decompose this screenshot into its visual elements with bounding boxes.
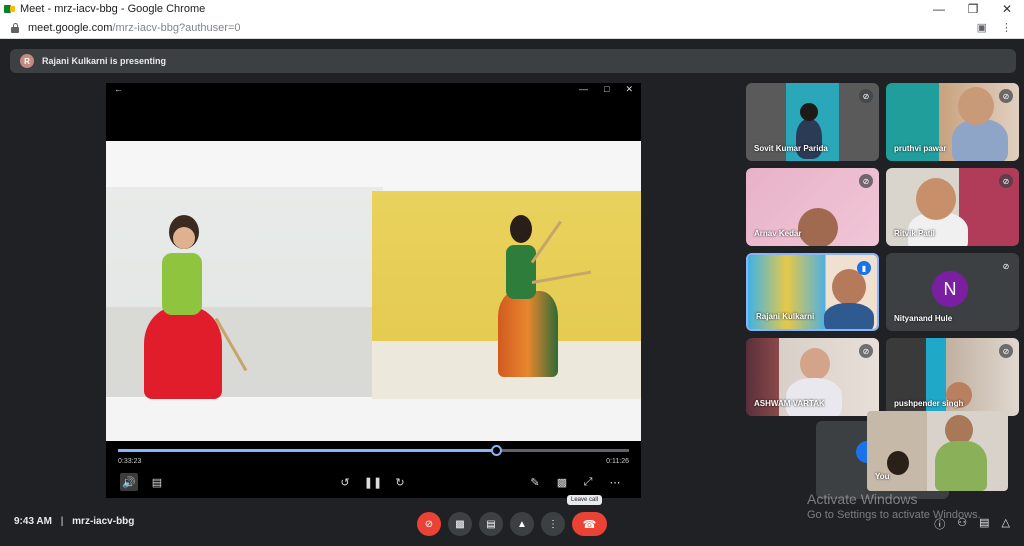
self-view-label: You bbox=[875, 472, 890, 481]
leave-call-tooltip: Leave call bbox=[567, 495, 603, 505]
presenter-avatar: R bbox=[20, 54, 34, 68]
leave-call-button[interactable]: ☎ bbox=[572, 512, 607, 536]
meeting-code[interactable]: mrz-iacv-bbg bbox=[72, 516, 134, 527]
participant-tile[interactable]: ⊘ Arnav Kedar bbox=[746, 168, 879, 246]
video-scene-right bbox=[372, 191, 641, 401]
presentation-screen[interactable]: ← — □ ✕ 0:33:23 0:11:26 🔊 ▤ ↺ ❚❚ ↻ ✎ ▩ ⤢… bbox=[106, 83, 641, 498]
activities-icon[interactable]: △ bbox=[1002, 516, 1010, 532]
seek-bar-progress bbox=[118, 449, 497, 452]
lock-icon[interactable] bbox=[10, 22, 20, 33]
edit-pencil-icon[interactable]: ✎ bbox=[526, 473, 544, 491]
player-more-icon[interactable]: ⋯ bbox=[606, 473, 624, 491]
meeting-details-icon[interactable]: ⓘ bbox=[934, 516, 945, 532]
video-bottom-area bbox=[106, 399, 641, 441]
presenting-banner: R Rajani Kulkarni is presenting bbox=[10, 49, 1016, 73]
mic-off-icon: ⊘ bbox=[999, 344, 1013, 358]
fullscreen-icon[interactable]: ⤢ bbox=[579, 473, 597, 491]
dancer-skirt bbox=[498, 291, 558, 377]
minimize-icon[interactable]: — bbox=[922, 2, 956, 16]
more-options-button[interactable]: ⋮ bbox=[541, 512, 565, 536]
video-scene-left bbox=[106, 187, 383, 399]
seek-bar-handle[interactable] bbox=[491, 445, 503, 456]
captions-button[interactable]: ▤ bbox=[479, 512, 503, 536]
forward-30-icon[interactable]: ↻ bbox=[391, 473, 409, 491]
mic-off-icon: ⊘ bbox=[859, 89, 873, 103]
hang-up-icon: ☎ bbox=[582, 518, 597, 531]
player-minimize-icon[interactable]: — bbox=[579, 84, 588, 95]
rewind-10-icon[interactable]: ↺ bbox=[336, 473, 354, 491]
participant-tile[interactable]: ⊘ Sovit Kumar Parida bbox=[746, 83, 879, 161]
url-path: /mrz-iacv-bbg?authuser=0 bbox=[112, 21, 241, 34]
mic-off-icon: ⊘ bbox=[859, 174, 873, 188]
more-vert-icon: ⋮ bbox=[548, 518, 558, 530]
dancer-head bbox=[510, 215, 532, 243]
captions-icon: ▤ bbox=[486, 518, 496, 530]
info-separator: | bbox=[60, 516, 64, 527]
dancer-body bbox=[162, 253, 202, 315]
dance-stick bbox=[531, 270, 592, 284]
miniplayer-icon[interactable]: ▩ bbox=[553, 473, 571, 491]
participant-name: Arnav Kedar bbox=[754, 229, 802, 238]
dancer-face bbox=[173, 227, 195, 249]
participant-tile[interactable]: ⊘ pushpender singh bbox=[886, 338, 1019, 416]
participant-tile[interactable]: ⊘ pruthvi pawar bbox=[886, 83, 1019, 161]
mic-off-icon: ⊘ bbox=[999, 89, 1013, 103]
seek-bar[interactable] bbox=[118, 445, 629, 456]
participant-name: Nityanand Hule bbox=[894, 314, 953, 323]
url-host: meet.google.com bbox=[28, 21, 113, 34]
captions-icon[interactable]: ▤ bbox=[148, 473, 166, 491]
camera-permission-icon[interactable]: ▣ bbox=[977, 21, 987, 34]
close-window-icon[interactable]: ✕ bbox=[990, 2, 1024, 16]
mic-toggle-button[interactable]: ⊘ bbox=[417, 512, 441, 536]
mic-off-icon: ⊘ bbox=[999, 259, 1013, 273]
speaking-indicator-icon: ▮ bbox=[857, 261, 871, 275]
player-close-icon[interactable]: ✕ bbox=[625, 84, 633, 95]
participant-name: Sovit Kumar Parida bbox=[754, 144, 828, 153]
meet-favicon-icon bbox=[4, 3, 16, 15]
pause-icon[interactable]: ❚❚ bbox=[364, 473, 382, 491]
address-bar[interactable]: meet.google.com/mrz-iacv-bbg?authuser=0 … bbox=[0, 17, 1024, 39]
mic-off-icon: ⊘ bbox=[424, 518, 434, 530]
dancer-skirt bbox=[144, 307, 222, 399]
duration: 0:11:26 bbox=[606, 458, 629, 465]
people-icon[interactable]: ⚇ bbox=[957, 516, 967, 532]
browser-title-bar: Meet - mrz-iacv-bbg - Google Chrome — ❐ … bbox=[0, 0, 1024, 17]
current-time: 0:33:23 bbox=[118, 458, 142, 465]
back-arrow-icon[interactable]: ← bbox=[114, 84, 123, 94]
browser-menu-icon[interactable]: ⋮ bbox=[1001, 21, 1012, 34]
dancer-body bbox=[506, 245, 536, 299]
participant-tile[interactable]: ⊘ Ritvik Patil bbox=[886, 168, 1019, 246]
right-controls: ⓘ ⚇ ▤ △ bbox=[934, 516, 1010, 532]
participant-avatar: N bbox=[932, 271, 968, 307]
chat-icon[interactable]: ▤ bbox=[979, 516, 989, 532]
player-top-bar: ← — □ ✕ bbox=[106, 83, 641, 97]
meeting-info: 9:43 AM | mrz-iacv-bbg bbox=[14, 516, 134, 527]
camera-icon: ▩ bbox=[455, 518, 465, 530]
participant-tile[interactable]: ⊘ ASHWAM VARTAK bbox=[746, 338, 879, 416]
dance-stick bbox=[530, 220, 562, 264]
volume-icon[interactable]: 🔊 bbox=[120, 473, 138, 491]
camera-toggle-button[interactable]: ▩ bbox=[448, 512, 472, 536]
window-title: Meet - mrz-iacv-bbg - Google Chrome bbox=[20, 2, 206, 15]
present-now-button[interactable]: ▲ bbox=[510, 512, 534, 536]
presenting-text: Rajani Kulkarni is presenting bbox=[42, 56, 167, 66]
participant-name: Ritvik Patil bbox=[894, 229, 935, 238]
restore-icon[interactable]: ❐ bbox=[956, 2, 990, 16]
participant-tile[interactable]: N ⊘ Nityanand Hule bbox=[886, 253, 1019, 331]
self-view[interactable]: You bbox=[867, 411, 1008, 491]
mic-off-icon: ⊘ bbox=[859, 344, 873, 358]
participant-name: ASHWAM VARTAK bbox=[754, 399, 825, 408]
participant-tile-speaking[interactable]: ▮ Rajani Kulkarni bbox=[746, 253, 879, 331]
current-clock: 9:43 AM bbox=[14, 516, 52, 527]
participant-name: pruthvi pawar bbox=[894, 144, 947, 153]
participant-name: pushpender singh bbox=[894, 399, 964, 408]
player-maximize-icon[interactable]: □ bbox=[604, 84, 609, 95]
video-frame[interactable] bbox=[106, 141, 641, 441]
participant-name: Rajani Kulkarni bbox=[756, 312, 815, 321]
activate-windows-watermark: Activate Windows bbox=[807, 491, 918, 507]
present-screen-icon: ▲ bbox=[517, 518, 527, 530]
mic-off-icon: ⊘ bbox=[999, 174, 1013, 188]
